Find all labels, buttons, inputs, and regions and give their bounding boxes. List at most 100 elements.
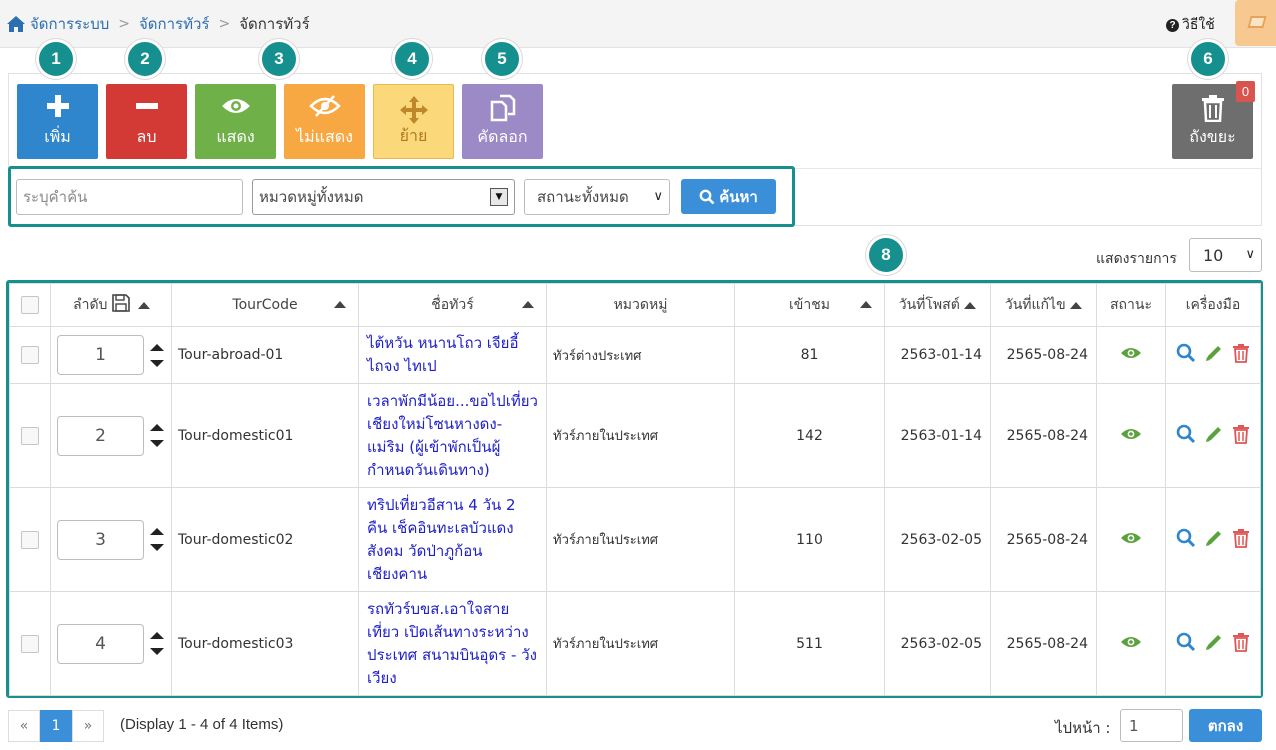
- row-checkbox[interactable]: [21, 426, 39, 445]
- order-input[interactable]: 4: [57, 623, 144, 664]
- tools-cell: [1165, 383, 1261, 488]
- view-magnifier-icon[interactable]: [1176, 343, 1196, 367]
- row-checkbox[interactable]: [21, 346, 39, 364]
- row-checkbox[interactable]: [21, 634, 39, 653]
- save-icon[interactable]: [112, 294, 130, 312]
- tourcode-cell: Tour-abroad-01: [171, 326, 359, 384]
- keyword-input[interactable]: ระบุคำค้น: [16, 179, 243, 215]
- order-cell: 2: [50, 383, 172, 488]
- edit-pencil-icon[interactable]: [1204, 632, 1224, 656]
- header-edited-label: วันที่แก้ไข: [1004, 297, 1066, 313]
- add-button[interactable]: เพิ่ม: [17, 84, 98, 159]
- goto-page-label: ไปหน้า :: [1055, 719, 1111, 737]
- breadcrumb-current: จัดการทัวร์: [239, 15, 310, 33]
- sort-arrow-icon: [1070, 302, 1083, 309]
- order-up-icon[interactable]: [150, 632, 164, 639]
- per-page-label: แสดงรายการ: [1096, 251, 1177, 267]
- tools-cell: [1165, 487, 1261, 592]
- header-tourcode[interactable]: TourCode: [171, 283, 359, 327]
- search-icon: [699, 189, 715, 204]
- order-input[interactable]: 1: [57, 335, 144, 375]
- prev-page-button[interactable]: «: [8, 710, 40, 742]
- page-1-button[interactable]: 1: [40, 710, 72, 742]
- status-cell: [1096, 326, 1166, 384]
- view-magnifier-icon[interactable]: [1176, 528, 1196, 552]
- select-all-checkbox[interactable]: [21, 296, 39, 314]
- minus-icon: [135, 103, 158, 109]
- callout-badge-6: 6: [1188, 39, 1228, 79]
- breadcrumb-tour[interactable]: จัดการทัวร์: [139, 12, 209, 36]
- order-down-icon[interactable]: [150, 359, 164, 367]
- status-visible-eye-icon[interactable]: [1120, 348, 1142, 364]
- breadcrumb-system[interactable]: จัดการระบบ: [30, 12, 109, 36]
- tour-name-link[interactable]: ทริปเที่ยวอีสาน 4 วัน 2 คืน เช็คอินทะเลบ…: [359, 490, 546, 590]
- order-up-icon[interactable]: [150, 424, 164, 431]
- status-visible-eye-icon[interactable]: [1120, 428, 1142, 445]
- views-cell: 110: [734, 487, 885, 592]
- display-count-text: (Display 1 - 4 of 4 Items): [120, 716, 284, 733]
- category-cell: ทัวร์ต่างประเทศ: [546, 326, 735, 384]
- header-name[interactable]: ชื่อทัวร์: [358, 283, 547, 327]
- order-input[interactable]: 2: [57, 415, 144, 456]
- plus-icon: [46, 95, 69, 117]
- header-order-label: ลำดับ: [73, 297, 108, 313]
- tour-name-cell: ไต้หวัน หนานโถว เจียอี้ ไถจง ไทเป: [358, 326, 547, 384]
- help-link[interactable]: ? วิธีใช้: [1166, 14, 1215, 36]
- next-page-button[interactable]: »: [72, 710, 104, 742]
- view-magnifier-icon[interactable]: [1176, 632, 1196, 656]
- row-select-cell: [9, 383, 51, 488]
- table-row: 4 Tour-domestic03 รถทัวร์บขส.เอาใจสายเที่ย…: [9, 591, 1261, 696]
- row-select-cell: [9, 591, 51, 696]
- order-down-icon[interactable]: [150, 648, 164, 655]
- top-bar: จัดการระบบ > จัดการทัวร์ > จัดการทัวร์ ?…: [0, 0, 1276, 48]
- order-input[interactable]: 3: [57, 519, 144, 560]
- edited-date-cell: 2565-08-24: [990, 326, 1097, 384]
- order-down-icon[interactable]: [150, 544, 164, 551]
- callout-badge-5: 5: [482, 39, 522, 79]
- delete-trash-icon[interactable]: [1232, 632, 1250, 656]
- per-page-select[interactable]: 10 ∨: [1189, 238, 1262, 272]
- edit-pencil-icon[interactable]: [1204, 343, 1224, 367]
- order-down-icon[interactable]: [150, 440, 164, 447]
- search-button[interactable]: ค้นหา: [681, 179, 776, 214]
- callout-badge-1: 1: [36, 39, 76, 79]
- header-category-label: หมวดหมู่: [613, 297, 668, 313]
- move-button[interactable]: ย้าย: [373, 84, 454, 159]
- category-select[interactable]: หมวดหมู่ทั้งหมด ▼: [252, 179, 515, 215]
- header-views[interactable]: เข้าชม: [734, 283, 885, 327]
- show-button[interactable]: แสดง: [195, 84, 276, 159]
- tourcode-cell: Tour-domestic01: [171, 383, 359, 488]
- status-visible-eye-icon[interactable]: [1120, 636, 1142, 653]
- view-magnifier-icon[interactable]: [1176, 424, 1196, 448]
- order-up-icon[interactable]: [150, 528, 164, 535]
- status-cell: [1096, 383, 1166, 488]
- order-up-icon[interactable]: [150, 343, 164, 351]
- posted-date-cell: 2563-02-05: [884, 591, 991, 696]
- delete-trash-icon[interactable]: [1232, 528, 1250, 552]
- category-text: ทัวร์ต่างประเทศ: [553, 348, 642, 364]
- row-checkbox[interactable]: [21, 530, 39, 549]
- delete-trash-icon[interactable]: [1232, 343, 1250, 367]
- tourcode-text: Tour-abroad-01: [178, 347, 284, 363]
- edit-pencil-icon[interactable]: [1204, 424, 1224, 448]
- tour-name-link[interactable]: เวลาพักมีน้อย...ขอไปเที่ยวเชียงใหม่โซนหา…: [359, 386, 546, 486]
- copy-button[interactable]: คัดลอก: [462, 84, 543, 159]
- tour-name-link[interactable]: ไต้หวัน หนานโถว เจียอี้ ไถจง ไทเป: [359, 328, 546, 382]
- move-label: ย้าย: [399, 126, 428, 145]
- search-button-label: ค้นหา: [719, 187, 758, 206]
- delete-trash-icon[interactable]: [1232, 424, 1250, 448]
- home-icon[interactable]: [6, 15, 26, 33]
- header-posted[interactable]: วันที่โพสต์: [884, 283, 991, 327]
- edit-pencil-icon[interactable]: [1204, 528, 1224, 552]
- header-edited[interactable]: วันที่แก้ไข: [990, 283, 1097, 327]
- header-status-label: สถานะ: [1110, 297, 1152, 313]
- goto-page-input[interactable]: 1: [1120, 709, 1183, 742]
- status-visible-eye-icon[interactable]: [1120, 532, 1142, 549]
- hide-button[interactable]: ไม่แสดง: [284, 84, 365, 159]
- go-button[interactable]: ตกลง: [1189, 709, 1262, 742]
- tour-name-link[interactable]: รถทัวร์บขส.เอาใจสายเที่ยว เปิดเส้นทางระห…: [359, 594, 546, 694]
- manual-button[interactable]: [1235, 0, 1276, 46]
- status-select[interactable]: สถานะทั้งหมด ∨: [524, 179, 670, 215]
- header-order[interactable]: ลำดับ: [50, 283, 172, 327]
- delete-button[interactable]: ลบ: [106, 84, 187, 159]
